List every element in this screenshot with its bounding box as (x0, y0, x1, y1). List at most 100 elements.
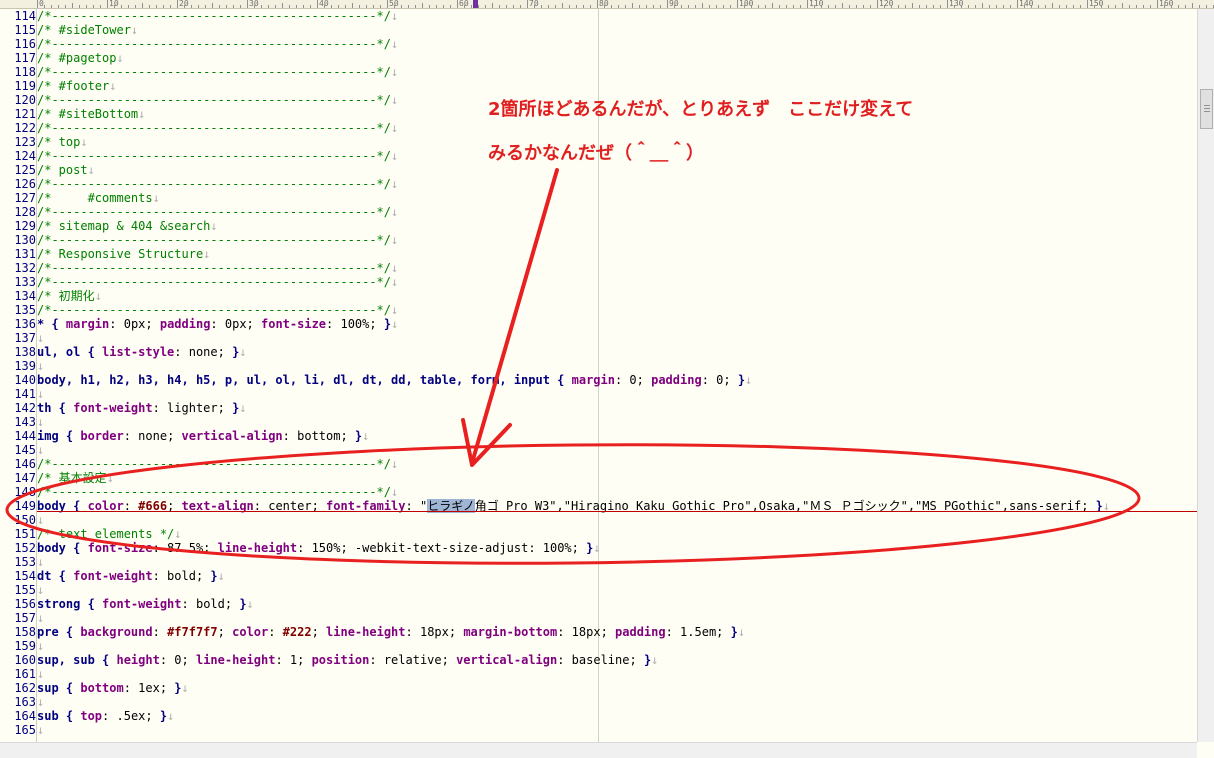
cursor-line-underline (37, 511, 1197, 512)
code-token: } (210, 569, 218, 583)
code-line[interactable]: ↓ (37, 611, 44, 625)
line-number: 147 (14, 471, 36, 485)
code-line[interactable]: * { margin: 0px; padding: 0px; font-size… (37, 317, 398, 331)
code-line[interactable]: /* #footer↓ (37, 79, 116, 93)
ruler-tick (457, 0, 458, 8)
line-number: 138 (14, 345, 36, 359)
line-break-mark: ↓ (80, 135, 88, 149)
code-line[interactable]: sub { top: .5ex; }↓ (37, 709, 174, 723)
code-line[interactable]: ↓ (37, 555, 44, 569)
code-line[interactable]: /*--------------------------------------… (37, 261, 398, 275)
line-break-mark: ↓ (37, 513, 45, 527)
code-line[interactable]: img { border: none; vertical-align: bott… (37, 429, 369, 443)
code-token: } (737, 373, 746, 387)
vertical-scrollbar[interactable] (1197, 9, 1214, 742)
ruler-tick (212, 3, 213, 8)
code-line[interactable]: ↓ (37, 359, 44, 373)
ruler-tick (275, 5, 276, 8)
code-line[interactable]: /*--------------------------------------… (37, 303, 398, 317)
code-line[interactable]: /*--------------------------------------… (37, 485, 398, 499)
line-break-mark: ↓ (37, 611, 45, 625)
ruler-tick (163, 5, 164, 8)
code-line[interactable]: strong { font-weight: bold; }↓ (37, 597, 254, 611)
line-break-mark: ↓ (391, 121, 399, 135)
ruler-tick (65, 5, 66, 8)
code-line[interactable]: /*--------------------------------------… (37, 37, 398, 51)
code-token: dt { (37, 569, 74, 583)
code-line[interactable]: /* top↓ (37, 135, 88, 149)
ruler-tick (884, 5, 885, 8)
ruler-tick (982, 3, 983, 8)
ruler-tick (1024, 5, 1025, 8)
code-token: : relative; (369, 653, 457, 667)
ruler-tick (758, 5, 759, 8)
ruler-tick (422, 3, 423, 8)
code-line[interactable]: ↓ (37, 513, 44, 527)
code-line[interactable]: /*--------------------------------------… (37, 205, 398, 219)
ruler-tick (331, 5, 332, 8)
code-line[interactable]: sup, sub { height: 0; line-height: 1; po… (37, 653, 658, 667)
line-break-mark: ↓ (239, 345, 247, 359)
code-line[interactable]: ↓ (37, 415, 44, 429)
code-line[interactable]: body, h1, h2, h3, h4, h5, p, ul, ol, li,… (37, 373, 752, 387)
code-token: /* text elements */ (37, 527, 175, 541)
ruler-tick (989, 5, 990, 8)
code-line[interactable]: /* post↓ (37, 163, 95, 177)
code-line[interactable]: ↓ (37, 695, 44, 709)
horizontal-scrollbar[interactable] (0, 742, 1197, 758)
ruler-tick (779, 5, 780, 8)
code-token: /*--------------------------------------… (37, 233, 392, 247)
ruler-tick (135, 5, 136, 8)
code-line[interactable]: /* #comments↓ (37, 191, 160, 205)
code-line[interactable]: sup { bottom: 1ex; }↓ (37, 681, 189, 695)
code-line[interactable]: ul, ol { list-style: none; }↓ (37, 345, 247, 359)
line-number: 143 (14, 415, 36, 429)
code-line[interactable]: /*--------------------------------------… (37, 121, 398, 135)
code-line[interactable]: /* 基本設定↓ (37, 471, 114, 485)
code-token: : 150%; -webkit-text-size-adjust: 100%; (297, 541, 587, 555)
code-line[interactable]: /*--------------------------------------… (37, 149, 398, 163)
ruler-tick (51, 5, 52, 8)
line-break-mark: ↓ (37, 639, 45, 653)
code-token: /* 基本設定 (37, 471, 107, 485)
code-line[interactable]: /* #sideTower↓ (37, 23, 138, 37)
code-line[interactable]: /* #siteBottom↓ (37, 107, 145, 121)
ruler-tick (359, 5, 360, 8)
code-line[interactable]: ↓ (37, 331, 44, 345)
code-token: : 0; (701, 373, 738, 387)
line-break-mark: ↓ (745, 373, 753, 387)
code-line[interactable]: ↓ (37, 639, 44, 653)
code-line[interactable]: ↓ (37, 443, 44, 457)
code-line[interactable]: /* #pagetop↓ (37, 51, 124, 65)
code-line[interactable]: /*--------------------------------------… (37, 177, 398, 191)
code-line[interactable]: /*--------------------------------------… (37, 9, 398, 23)
ruler-tick (562, 3, 563, 8)
ruler-tick (254, 5, 255, 8)
code-line[interactable]: /*--------------------------------------… (37, 233, 398, 247)
code-token: /* post (37, 163, 88, 177)
code-line[interactable]: pre { background: #f7f7f7; color: #222; … (37, 625, 745, 639)
code-line[interactable]: /*--------------------------------------… (37, 457, 398, 471)
code-line[interactable]: ↓ (37, 387, 44, 401)
code-line[interactable]: /* Responsive Structure↓ (37, 247, 210, 261)
code-line[interactable]: /* sitemap & 404 &search↓ (37, 219, 218, 233)
code-line[interactable]: /*--------------------------------------… (37, 93, 398, 107)
code-line[interactable]: ↓ (37, 667, 44, 681)
code-line[interactable]: /* 初期化↓ (37, 289, 102, 303)
code-line[interactable]: /* text elements */↓ (37, 527, 182, 541)
ruler-tick (814, 5, 815, 8)
code-line[interactable]: th { font-weight: lighter; }↓ (37, 401, 247, 415)
ruler-tick (555, 5, 556, 8)
code-token: /*--------------------------------------… (37, 37, 392, 51)
code-line[interactable]: body { font-size: 87.5%; line-height: 15… (37, 541, 601, 555)
code-line[interactable]: /*--------------------------------------… (37, 275, 398, 289)
ruler-tick (156, 5, 157, 8)
code-line[interactable]: dt { font-weight: bold; }↓ (37, 569, 225, 583)
vertical-scroll-thumb[interactable] (1200, 89, 1213, 129)
code-line[interactable]: /*--------------------------------------… (37, 65, 398, 79)
ruler-tick (268, 5, 269, 8)
line-break-mark: ↓ (391, 233, 399, 247)
code-line[interactable]: ↓ (37, 583, 44, 597)
code-line[interactable]: ↓ (37, 723, 44, 737)
line-break-mark: ↓ (391, 93, 399, 107)
